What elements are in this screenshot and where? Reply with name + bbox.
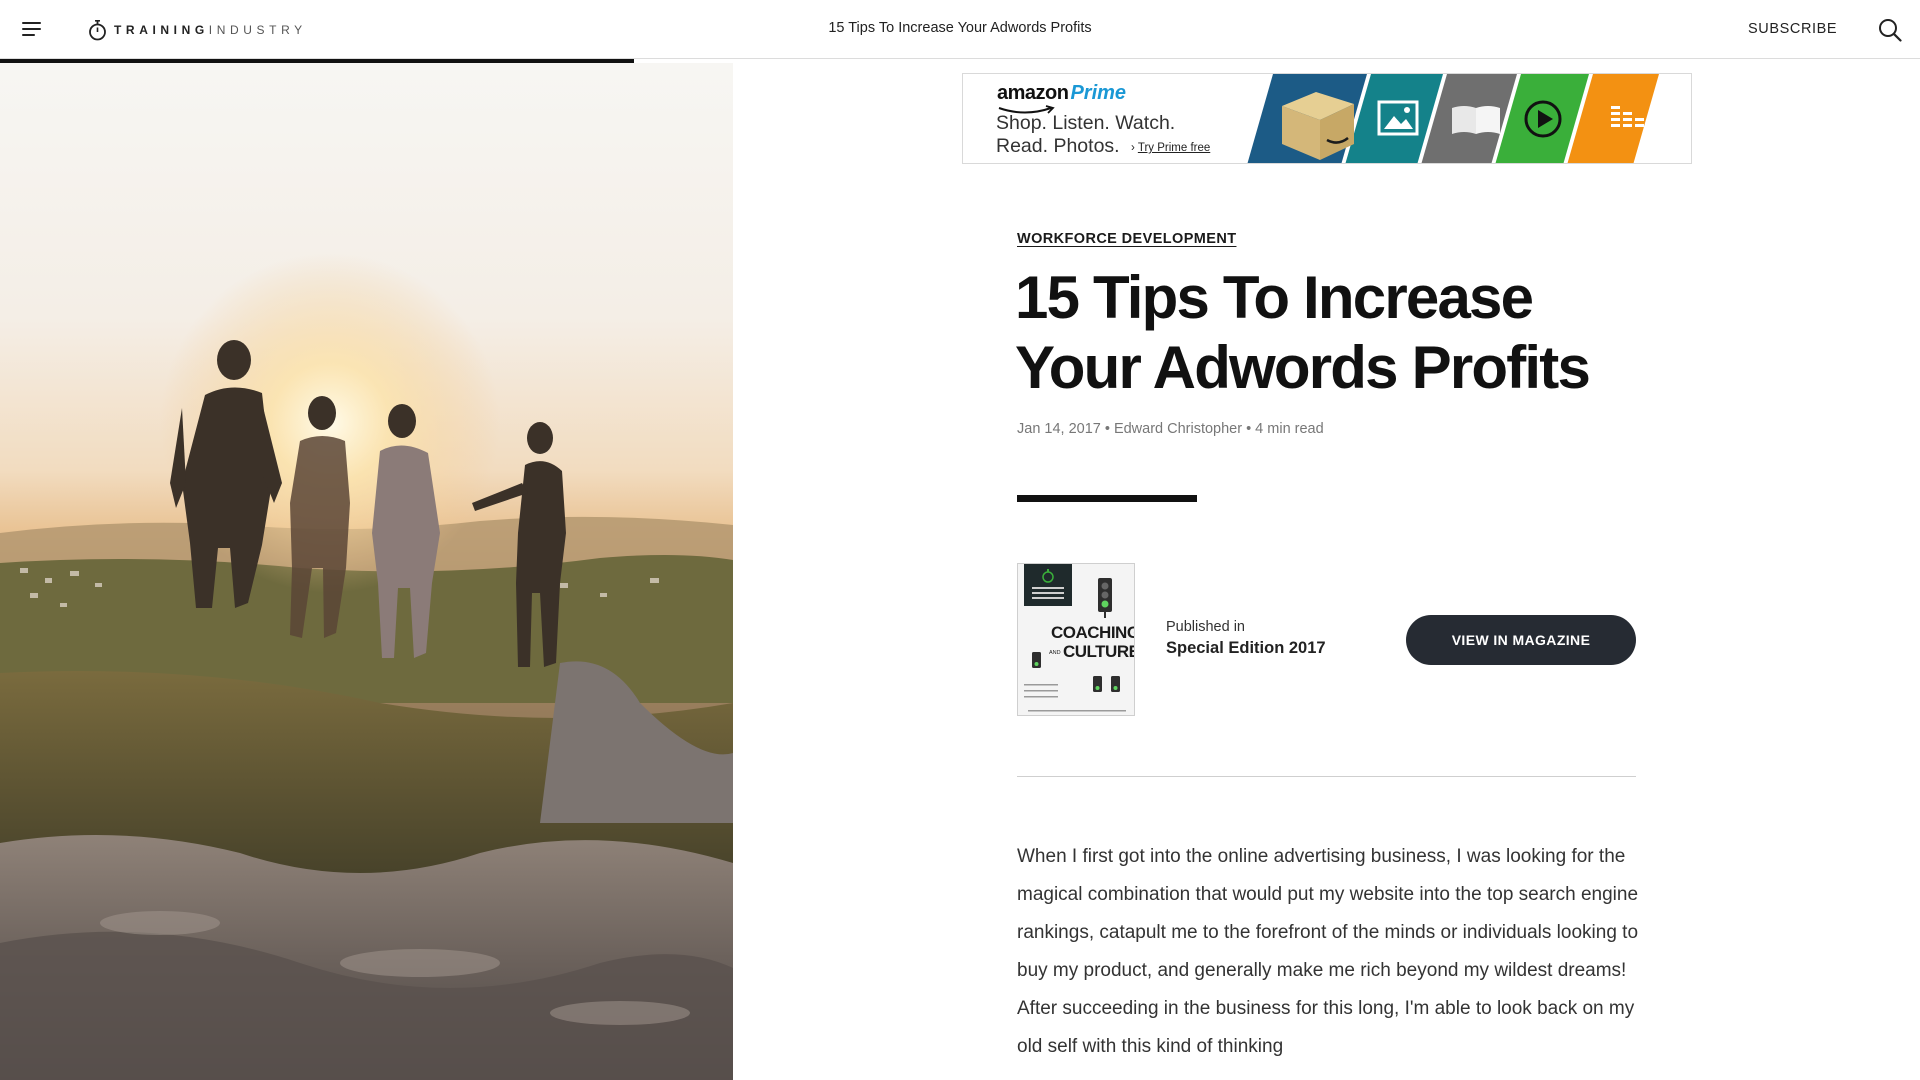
title-divider	[1017, 495, 1197, 502]
article-meta: Jan 14, 2017 • Edward Christopher • 4 min re…	[1017, 421, 1324, 437]
magazine-cover[interactable]: COACHING AND CULTURE	[1017, 563, 1135, 716]
cover-title-2: CULTURE	[1063, 642, 1135, 661]
category-link[interactable]: WORKFORCE DEVELOPMENT	[1017, 231, 1236, 247]
meta-separator: •	[1104, 421, 1110, 437]
author-link[interactable]: Edward Christopher	[1114, 421, 1242, 437]
cover-and: AND	[1049, 650, 1061, 656]
amazon-prime-ad[interactable]: amazon Prime Shop. Listen. Watch. Read. …	[962, 73, 1692, 164]
published-in-label: Published in	[1166, 619, 1245, 635]
try-prime-link[interactable]: › Try Prime free	[1131, 142, 1210, 154]
subscribe-link[interactable]: SUBSCRIBE	[1748, 21, 1837, 37]
logo-wordmark: TRAININGINDUSTRY	[114, 23, 307, 37]
magazine-edition[interactable]: Special Edition 2017	[1166, 639, 1326, 658]
publish-date: Jan 14, 2017	[1017, 421, 1101, 437]
cover-title-1: COACHING	[1051, 623, 1135, 642]
hero-image	[0, 63, 733, 1080]
article-body-paragraph: When I first got into the online adverti…	[1017, 846, 1639, 1057]
search-icon[interactable]	[1878, 18, 1902, 42]
site-logo[interactable]: TRAININGINDUSTRY	[88, 19, 307, 41]
ad-brand: amazon Prime	[997, 82, 1127, 104]
meta-separator: •	[1246, 421, 1252, 437]
view-in-magazine-button[interactable]: VIEW IN MAGAZINE	[1406, 615, 1636, 665]
article-title: 15 Tips To Increase Your Adwords Profits	[1015, 264, 1591, 401]
read-time: 4 min read	[1255, 421, 1324, 437]
section-divider	[1017, 776, 1636, 777]
ad-line-1: Shop. Listen. Watch.	[996, 112, 1176, 134]
top-navigation-bar: TRAININGINDUSTRY 15 Tips To Increase You…	[0, 0, 1920, 59]
ad-tiles	[1247, 74, 1659, 163]
menu-icon[interactable]	[22, 22, 41, 36]
stopwatch-logo-icon	[89, 20, 106, 41]
ad-line-2: Read. Photos.	[996, 135, 1120, 157]
